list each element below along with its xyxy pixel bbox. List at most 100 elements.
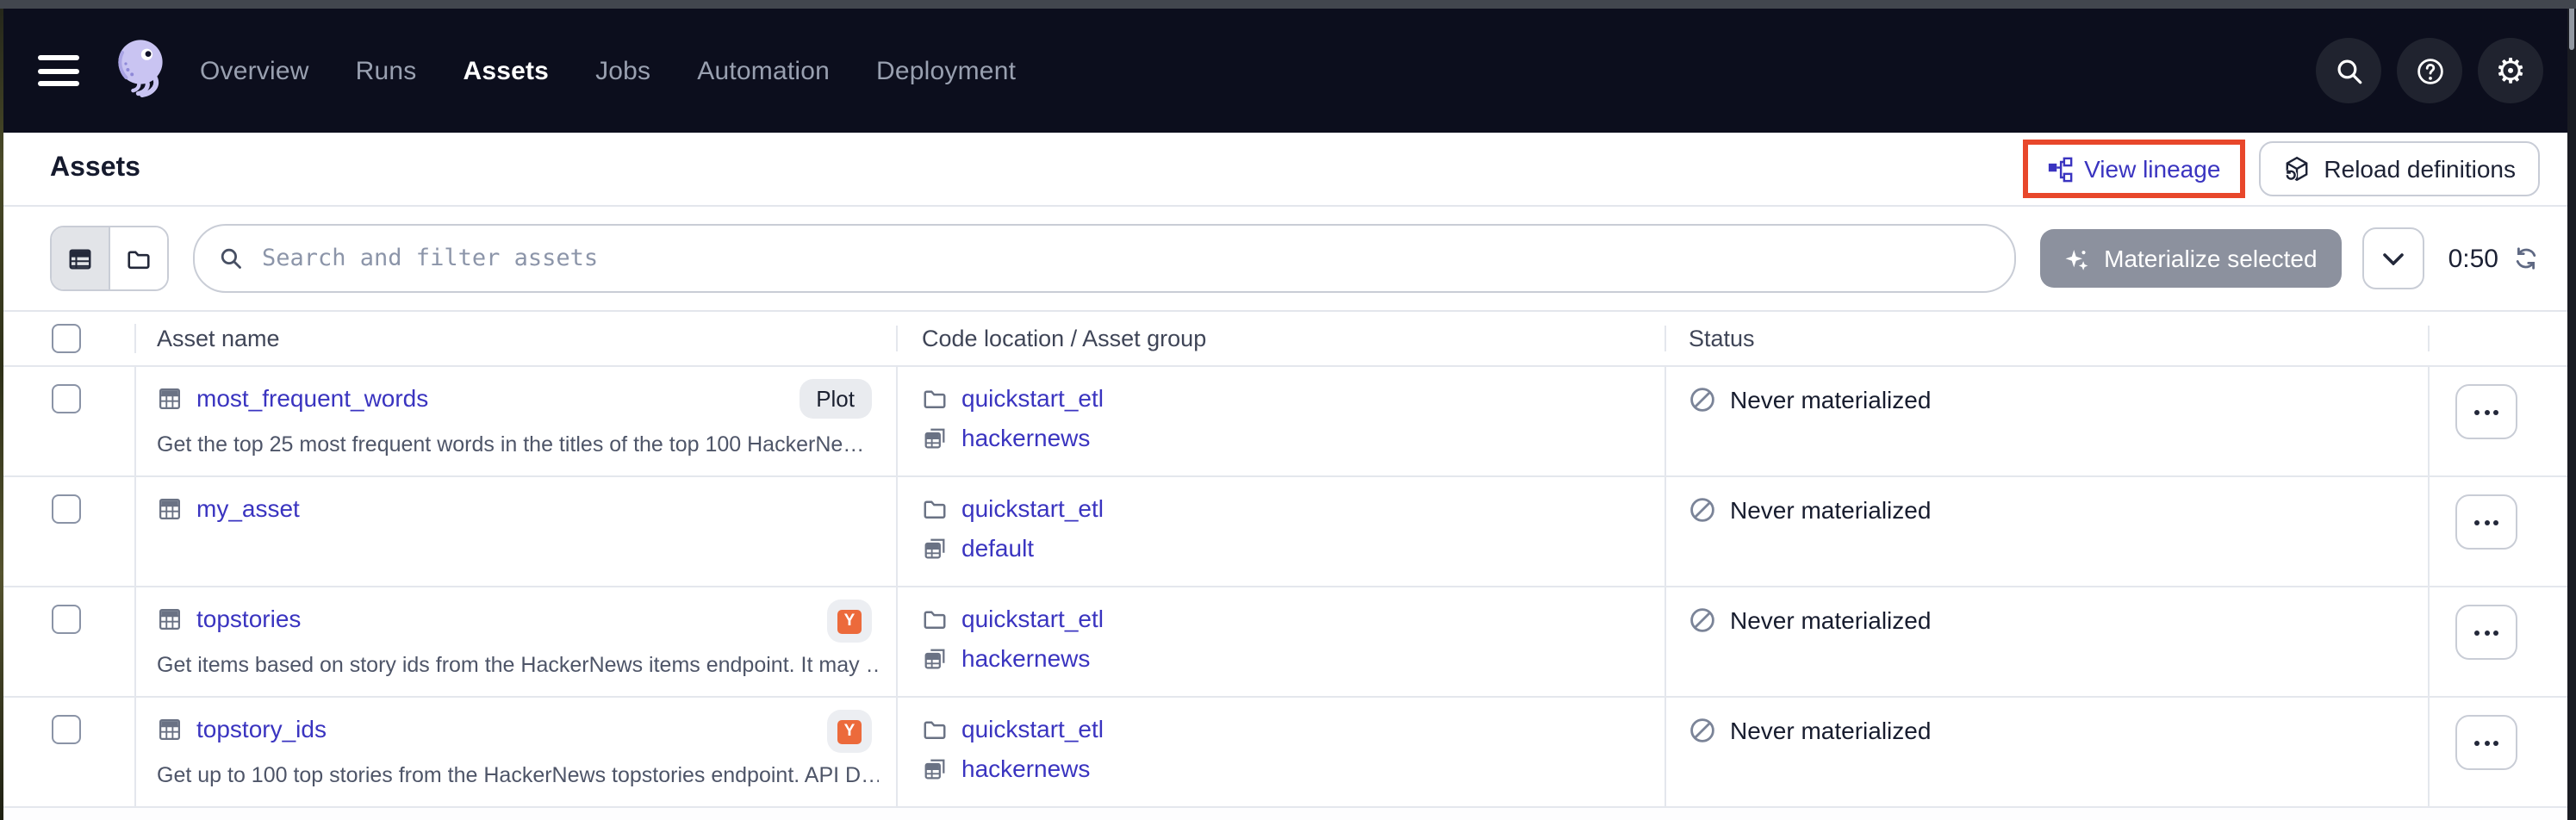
row-menu-button[interactable] <box>2455 715 2517 770</box>
row-checkbox[interactable] <box>52 494 81 524</box>
help-button[interactable] <box>2397 38 2462 103</box>
asset-table-icon <box>157 606 183 631</box>
never-materialized-icon <box>1689 496 1716 524</box>
search-button[interactable] <box>2316 38 2381 103</box>
dagster-logo[interactable] <box>103 33 176 109</box>
row-menu-button[interactable] <box>2455 384 2517 439</box>
nav-item-deployment[interactable]: Deployment <box>876 56 1016 85</box>
search-icon <box>219 246 243 270</box>
column-header-code-location: Code location / Asset group <box>922 326 1206 351</box>
window-scrollbar-track[interactable] <box>2567 0 2576 820</box>
folder-icon <box>922 495 948 521</box>
materialize-dropdown-button[interactable] <box>2362 227 2424 289</box>
asset-group-link[interactable]: hackernews <box>961 644 1090 672</box>
screen: Overview Runs Assets Jobs Automation Dep… <box>0 0 2576 820</box>
search-filter-bar[interactable] <box>193 224 2016 293</box>
refresh-button[interactable] <box>2512 245 2540 272</box>
table-row: most_frequent_words Plot Get the top 25 … <box>3 367 2567 477</box>
materialize-selected-button[interactable]: Materialize selected <box>2040 229 2341 288</box>
search-icon <box>2334 56 2363 85</box>
refresh-countdown: 0:50 <box>2448 244 2498 273</box>
row-checkbox[interactable] <box>52 605 81 634</box>
search-input[interactable] <box>258 243 1990 274</box>
nav-item-automation[interactable]: Automation <box>697 56 830 85</box>
asset-table-icon <box>157 716 183 742</box>
folder-view-icon <box>126 245 152 271</box>
page-header: Assets View lineage Reload definitions <box>3 133 2567 207</box>
status-text: Never materialized <box>1730 606 1931 634</box>
table-row: topstory_ids Y Get up to 100 top stories… <box>3 698 2567 808</box>
table-header-row: Asset name Code location / Asset group S… <box>3 312 2567 367</box>
folder-view-button[interactable] <box>109 227 167 289</box>
kind-tag-plot[interactable]: Plot <box>799 379 872 419</box>
view-mode-toggle <box>50 226 169 291</box>
table-row: topstories Y Get items based on story id… <box>3 587 2567 698</box>
lineage-icon <box>2046 156 2072 182</box>
desktop-edge-left <box>0 0 3 820</box>
assets-table: Asset name Code location / Asset group S… <box>3 312 2567 820</box>
reload-definitions-button[interactable]: Reload definitions <box>2258 141 2540 196</box>
never-materialized-icon <box>1689 386 1716 413</box>
table-view-icon <box>67 245 93 271</box>
code-location-link[interactable]: quickstart_etl <box>961 605 1104 632</box>
asset-name-link[interactable]: topstory_ids <box>196 715 327 742</box>
window-top-strip <box>0 0 2576 9</box>
asset-group-icon <box>922 535 948 561</box>
kind-tag-hackernews[interactable]: Y <box>827 599 872 643</box>
refresh-icon <box>2512 245 2540 272</box>
sparkle-icon <box>2064 245 2090 271</box>
folder-icon <box>922 385 948 411</box>
asset-group-icon <box>922 755 948 781</box>
column-header-status: Status <box>1689 326 1755 351</box>
settings-button[interactable]: ⚙ <box>2478 38 2543 103</box>
asset-group-icon <box>922 425 948 450</box>
select-all-checkbox[interactable] <box>52 324 81 353</box>
nav-item-jobs[interactable]: Jobs <box>595 56 650 85</box>
asset-name-link[interactable]: most_frequent_words <box>196 384 428 412</box>
nav-item-overview[interactable]: Overview <box>200 56 309 85</box>
kind-tag-hackernews[interactable]: Y <box>827 710 872 753</box>
asset-description: Get the top 25 most frequent words in th… <box>157 432 879 457</box>
asset-description: Get items based on story ids from the Ha… <box>157 653 879 677</box>
code-location-link[interactable]: quickstart_etl <box>961 494 1104 522</box>
nav-links: Overview Runs Assets Jobs Automation Dep… <box>200 56 1016 85</box>
asset-group-icon <box>922 645 948 671</box>
code-location-link[interactable]: quickstart_etl <box>961 384 1104 412</box>
asset-group-link[interactable]: hackernews <box>961 755 1090 782</box>
never-materialized-icon <box>1689 606 1716 634</box>
asset-table-icon <box>157 385 183 411</box>
dagster-window: Overview Runs Assets Jobs Automation Dep… <box>3 9 2567 820</box>
code-location-link[interactable]: quickstart_etl <box>961 715 1104 742</box>
status-text: Never materialized <box>1730 496 1931 524</box>
asset-name-link[interactable]: my_asset <box>196 494 300 522</box>
status-text: Never materialized <box>1730 717 1931 744</box>
table-view-button[interactable] <box>52 227 109 289</box>
asset-name-link[interactable]: topstories <box>196 605 301 632</box>
assets-toolbar: Materialize selected 0:50 <box>3 207 2567 312</box>
row-checkbox[interactable] <box>52 384 81 413</box>
hamburger-menu-icon[interactable] <box>38 55 79 86</box>
table-row: my_asset quickstart_etl default <box>3 477 2567 587</box>
view-lineage-button[interactable]: View lineage <box>2027 145 2239 193</box>
scrollbar-thumb[interactable] <box>2569 5 2574 50</box>
asset-group-link[interactable]: default <box>961 534 1034 562</box>
nav-item-runs[interactable]: Runs <box>356 56 417 85</box>
folder-icon <box>922 606 948 631</box>
gear-icon: ⚙ <box>2495 53 2526 88</box>
asset-description: Get up to 100 top stories from the Hacke… <box>157 763 879 787</box>
asset-table-icon <box>157 495 183 521</box>
help-icon <box>2415 56 2444 85</box>
row-menu-button[interactable] <box>2455 605 2517 660</box>
reload-schema-icon <box>2282 155 2310 183</box>
row-checkbox[interactable] <box>52 715 81 744</box>
row-menu-button[interactable] <box>2455 494 2517 550</box>
click-highlight-box: View lineage <box>2022 140 2244 198</box>
never-materialized-icon <box>1689 717 1716 744</box>
asset-group-link[interactable]: hackernews <box>961 424 1090 451</box>
top-nav: Overview Runs Assets Jobs Automation Dep… <box>3 9 2567 133</box>
folder-icon <box>922 716 948 742</box>
nav-item-assets[interactable]: Assets <box>463 56 549 85</box>
status-text: Never materialized <box>1730 386 1931 413</box>
table-bottom-spacer <box>3 808 2567 820</box>
page-title: Assets <box>50 153 140 184</box>
